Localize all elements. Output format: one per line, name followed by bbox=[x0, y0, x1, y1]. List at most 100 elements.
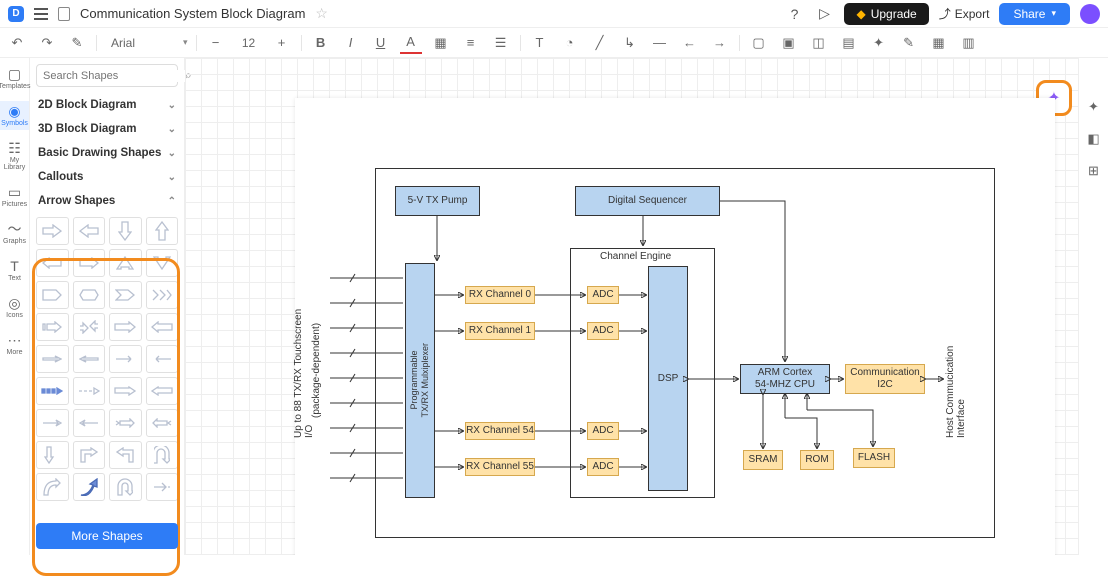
arrow-more[interactable] bbox=[146, 473, 179, 501]
line-style-button[interactable]: — bbox=[649, 32, 671, 54]
italic-button[interactable]: I bbox=[340, 32, 362, 54]
block-rx0[interactable]: RX Channel 0 bbox=[465, 286, 535, 304]
block-tx-pump[interactable]: 5-V TX Pump bbox=[395, 186, 480, 216]
ai-icon[interactable]: ✦ bbox=[1085, 98, 1103, 116]
arrow-pent-r[interactable] bbox=[36, 281, 69, 309]
highlight-button[interactable]: ▦ bbox=[430, 32, 452, 54]
arrow-box-l[interactable] bbox=[146, 377, 179, 405]
arrow-curve-up[interactable] bbox=[73, 473, 106, 501]
rail-graphs[interactable]: 〜Graphs bbox=[0, 219, 29, 248]
cat-3d-block[interactable]: 3D Block Diagram⌄ bbox=[36, 117, 178, 141]
font-color-button[interactable]: A bbox=[400, 32, 422, 54]
cat-callouts[interactable]: Callouts⌄ bbox=[36, 165, 178, 189]
cat-basic-shapes[interactable]: Basic Drawing Shapes⌄ bbox=[36, 141, 178, 165]
line-color-button[interactable]: ╱ bbox=[589, 32, 611, 54]
undo-icon[interactable]: ↶ bbox=[6, 32, 28, 54]
arrow-wide-r[interactable] bbox=[109, 313, 142, 341]
bold-button[interactable]: B bbox=[310, 32, 332, 54]
cat-2d-block[interactable]: 2D Block Diagram⌄ bbox=[36, 93, 178, 117]
share-button[interactable]: Share▾ bbox=[999, 3, 1070, 25]
arrow-tail-l[interactable] bbox=[146, 409, 179, 437]
block-comm[interactable]: CommunicationI2C bbox=[845, 364, 925, 394]
grid-icon[interactable]: ▦ bbox=[928, 32, 950, 54]
block-adc0[interactable]: ADC bbox=[587, 286, 619, 304]
shape4-icon[interactable]: ▤ bbox=[838, 32, 860, 54]
arrow-curve-r[interactable] bbox=[36, 473, 69, 501]
arrow-bend-ld[interactable] bbox=[109, 441, 142, 469]
arrow-wide-l[interactable] bbox=[146, 313, 179, 341]
arrow-seg-r[interactable] bbox=[36, 377, 69, 405]
block-sram[interactable]: SRAM bbox=[743, 450, 783, 470]
layout-icon[interactable]: ▥ bbox=[958, 32, 980, 54]
block-mux[interactable]: ProgrammableTX/RX Mulxiplexer bbox=[405, 263, 435, 498]
block-digital-sequencer[interactable]: Digital Sequencer bbox=[575, 186, 720, 216]
block-rom[interactable]: ROM bbox=[800, 450, 834, 470]
magic-icon[interactable]: ✦ bbox=[868, 32, 890, 54]
rail-text[interactable]: TText bbox=[0, 256, 29, 285]
block-flash[interactable]: FLASH bbox=[853, 448, 895, 468]
play-icon[interactable]: ▷ bbox=[814, 4, 834, 24]
arrow-thin-r[interactable] bbox=[36, 345, 69, 373]
block-dsp[interactable]: DSP bbox=[648, 266, 688, 491]
arrow-up[interactable] bbox=[146, 217, 179, 245]
canvas[interactable]: ✦ 5-V TX Pump Digital Sequencer Channel … bbox=[185, 58, 1078, 555]
font-select[interactable]: Arial bbox=[105, 34, 175, 52]
arrow-down2[interactable] bbox=[146, 249, 179, 277]
favorite-icon[interactable]: ☆ bbox=[315, 5, 328, 22]
block-rx1[interactable]: RX Channel 1 bbox=[465, 322, 535, 340]
arrow-right[interactable] bbox=[36, 217, 69, 245]
rail-templates[interactable]: ▢Templates bbox=[0, 64, 29, 93]
text-tool[interactable]: T bbox=[529, 32, 551, 54]
upgrade-button[interactable]: ◆Upgrade bbox=[844, 3, 928, 25]
search-shapes[interactable]: ⌕ bbox=[36, 64, 178, 87]
arrow-bend-rd[interactable] bbox=[73, 441, 106, 469]
fill-button[interactable]: ◔ bbox=[559, 32, 581, 54]
arrow-bend-dr[interactable] bbox=[36, 441, 69, 469]
rail-icons[interactable]: ◎Icons bbox=[0, 293, 29, 322]
arrow-uturn-r[interactable] bbox=[146, 441, 179, 469]
help-icon[interactable]: ? bbox=[784, 4, 804, 24]
block-rx55[interactable]: RX Channel 55 bbox=[465, 458, 535, 476]
arrow-right2[interactable] bbox=[73, 249, 106, 277]
arrow-hex[interactable] bbox=[73, 281, 106, 309]
arrow-down[interactable] bbox=[109, 217, 142, 245]
block-adc3[interactable]: ADC bbox=[587, 458, 619, 476]
rail-pictures[interactable]: ▭Pictures bbox=[0, 182, 29, 211]
block-rx54[interactable]: RX Channel 54 bbox=[465, 422, 535, 440]
arrow-left2[interactable] bbox=[36, 249, 69, 277]
list-button[interactable]: ☰ bbox=[490, 32, 512, 54]
brush-icon[interactable]: ✎ bbox=[66, 32, 88, 54]
edit-icon[interactable]: ✎ bbox=[898, 32, 920, 54]
align-button[interactable]: ≡ bbox=[460, 32, 482, 54]
arrow-thin-l2[interactable] bbox=[146, 345, 179, 373]
style-icon[interactable]: ◧ bbox=[1085, 130, 1103, 148]
font-size[interactable]: 12 bbox=[235, 36, 263, 50]
more-shapes-button[interactable]: More Shapes bbox=[36, 523, 178, 549]
arrow-left[interactable] bbox=[73, 217, 106, 245]
block-adc1[interactable]: ADC bbox=[587, 322, 619, 340]
shape2-icon[interactable]: ▣ bbox=[778, 32, 800, 54]
search-input[interactable] bbox=[43, 70, 185, 82]
arrow-up2[interactable] bbox=[109, 249, 142, 277]
arrow-thin-r2[interactable] bbox=[109, 345, 142, 373]
cat-arrow-shapes[interactable]: Arrow Shapes⌃ bbox=[36, 189, 178, 213]
block-cpu[interactable]: ARM Cortex54-MHZ CPU bbox=[740, 364, 830, 394]
rail-more[interactable]: ⋯More bbox=[0, 330, 29, 359]
redo-icon[interactable]: ↷ bbox=[36, 32, 58, 54]
arrow-thin-l[interactable] bbox=[73, 345, 106, 373]
avatar[interactable] bbox=[1080, 4, 1100, 24]
shape1-icon[interactable]: ▢ bbox=[748, 32, 770, 54]
arrow-start-button[interactable]: ← bbox=[679, 32, 701, 54]
shape3-icon[interactable]: ◫ bbox=[808, 32, 830, 54]
underline-button[interactable]: U bbox=[370, 32, 392, 54]
arrow-dbl-chev[interactable] bbox=[146, 281, 179, 309]
arrow-curve-lr[interactable] bbox=[73, 313, 106, 341]
grid-panels-icon[interactable]: ⊞ bbox=[1085, 162, 1103, 180]
arrow-chev-r[interactable] bbox=[109, 281, 142, 309]
connector-button[interactable]: ↳ bbox=[619, 32, 641, 54]
app-logo[interactable]: D bbox=[8, 6, 24, 22]
arrow-box-r[interactable] bbox=[109, 377, 142, 405]
arrow-tail-r[interactable] bbox=[109, 409, 142, 437]
size-minus[interactable]: − bbox=[205, 32, 227, 54]
arrow-line-l[interactable] bbox=[73, 409, 106, 437]
